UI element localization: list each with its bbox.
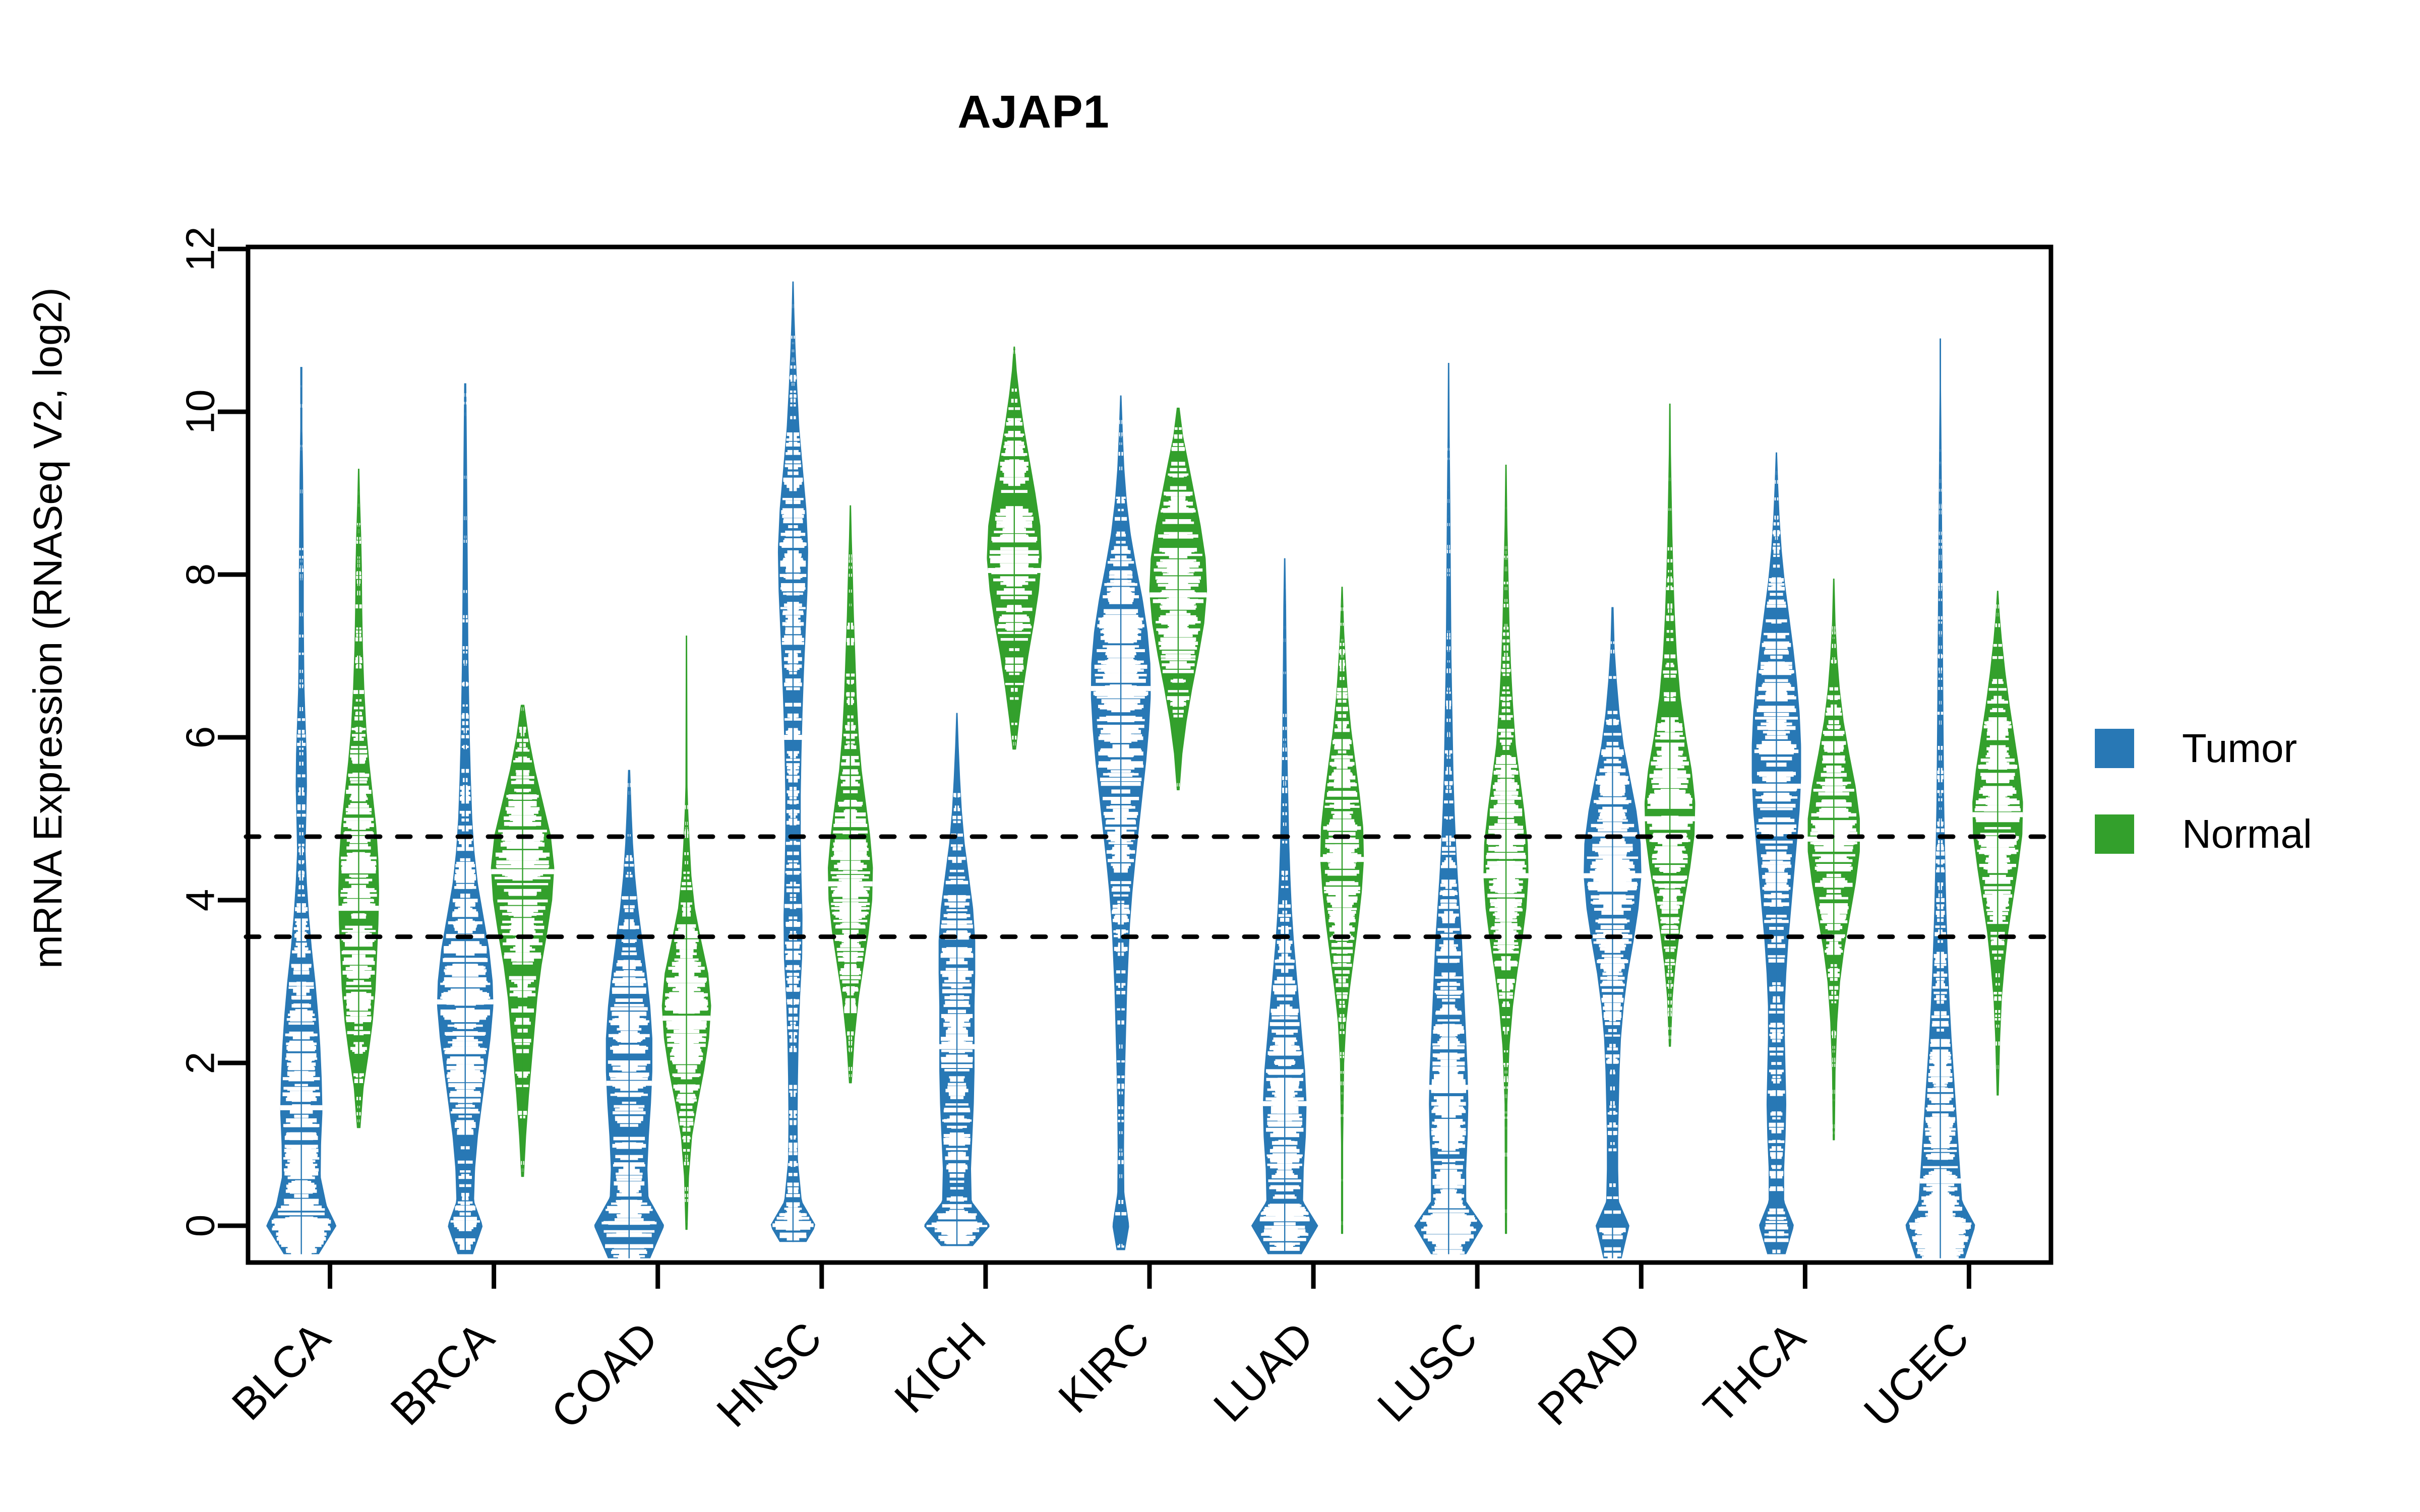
violin-spine xyxy=(1776,452,1777,1254)
y-tick-label-2: 2 xyxy=(178,1052,223,1075)
y-tick-label-10: 10 xyxy=(178,390,223,434)
violin-spine xyxy=(1669,403,1671,1047)
violin-spine xyxy=(1120,395,1122,1250)
legend-item-tumor[interactable]: Tumor xyxy=(2095,706,2312,791)
violin-spine xyxy=(1013,346,1015,750)
violin-plot-canvas: 0 2 4 6 8 10 12 BLCA BRCA COAD HNSC KICH KIRC LUAD LU… xyxy=(178,227,2055,1438)
x-tick-label-lusc: LUSC xyxy=(1368,1312,1487,1431)
legend-swatch-normal xyxy=(2095,814,2134,854)
violin-spine xyxy=(1177,407,1179,790)
violin-spine xyxy=(300,367,302,1254)
violin-spine xyxy=(956,713,958,1246)
violin-spine xyxy=(522,705,523,1177)
y-tick-label-6: 6 xyxy=(178,726,223,749)
violin-spine xyxy=(1940,338,1941,1258)
violin-spine xyxy=(686,636,687,1230)
legend-label-tumor: Tumor xyxy=(2182,726,2297,771)
x-tick-label-hnsc: HNSC xyxy=(707,1312,831,1436)
violin-spine xyxy=(464,383,466,1254)
x-tick-label-luad: LUAD xyxy=(1204,1312,1323,1431)
violin-spine xyxy=(1448,363,1449,1254)
x-tick-label-blca: BLCA xyxy=(222,1312,340,1429)
violin-spine xyxy=(1612,607,1613,1258)
violin-spine xyxy=(1505,464,1507,1234)
x-axis: BLCA BRCA COAD HNSC KICH KIRC LUAD LUSC PRAD THCA… xyxy=(222,1263,1978,1438)
x-tick-label-brca: BRCA xyxy=(381,1312,503,1434)
x-tick-label-ucec: UCEC xyxy=(1854,1312,1978,1436)
legend-label-normal: Normal xyxy=(2182,811,2312,856)
legend-item-normal[interactable]: Normal xyxy=(2095,791,2312,877)
y-tick-label-4: 4 xyxy=(178,889,223,912)
violin-spine xyxy=(628,770,630,1258)
x-tick-label-prad: PRAD xyxy=(1528,1312,1651,1435)
y-tick-label-0: 0 xyxy=(178,1215,223,1237)
violin-spine xyxy=(792,281,794,1242)
legend-swatch-tumor xyxy=(2095,729,2134,768)
x-tick-label-kirc: KIRC xyxy=(1049,1312,1159,1423)
violin-layer xyxy=(266,281,2023,1261)
y-tick-label-8: 8 xyxy=(178,563,223,586)
violin-spine xyxy=(1341,587,1343,1234)
chart-root: AJAP1 mRNA Expression (RNASeq V2, log2) … xyxy=(0,0,2420,1512)
violin-spine xyxy=(1284,558,1286,1254)
y-axis: 0 2 4 6 8 10 12 xyxy=(178,227,248,1237)
x-tick-label-kich: KICH xyxy=(885,1312,995,1423)
x-tick-label-coad: COAD xyxy=(541,1312,668,1438)
violin-spine xyxy=(1997,591,1999,1096)
violin-spine xyxy=(1833,579,1835,1141)
x-tick-label-thca: THCA xyxy=(1694,1312,1815,1433)
legend: Tumor Normal xyxy=(2095,706,2312,877)
y-tick-label-12: 12 xyxy=(178,227,223,272)
violin-spine xyxy=(358,469,359,1128)
violin-spine xyxy=(850,505,851,1084)
